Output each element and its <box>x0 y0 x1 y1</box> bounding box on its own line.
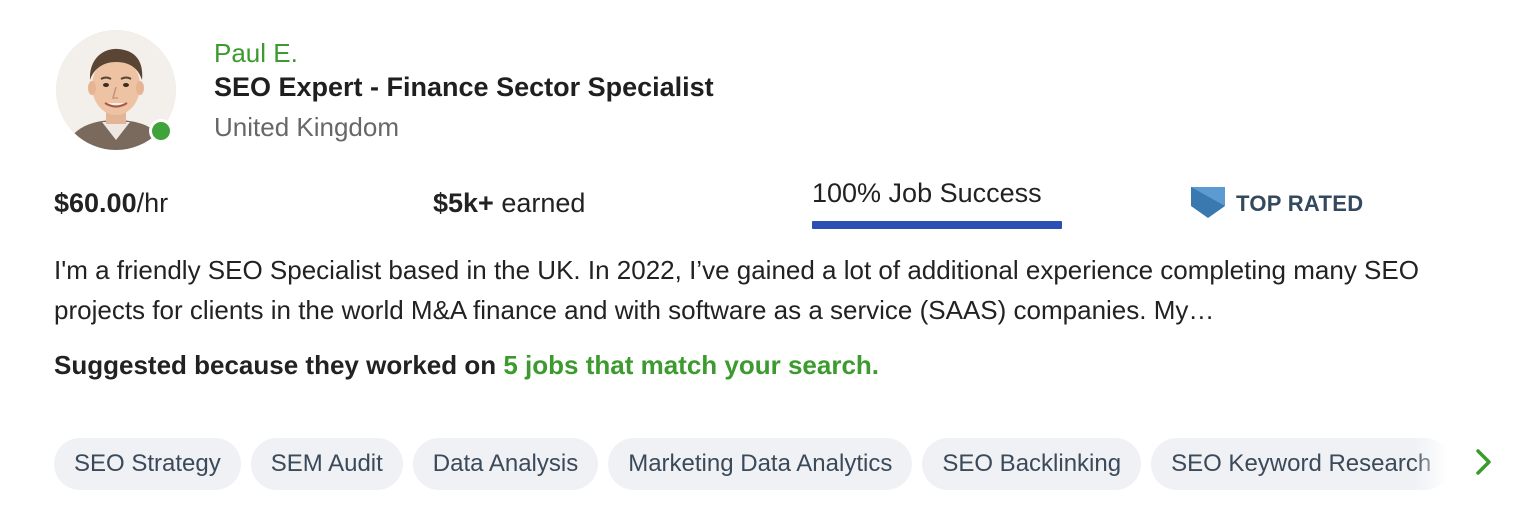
freelancer-location: United Kingdom <box>214 112 399 142</box>
skill-chip[interactable]: SEM Audit <box>250 438 403 490</box>
freelancer-name[interactable]: Paul E. <box>214 38 298 69</box>
job-success-score: 100% Job Success <box>812 178 1042 208</box>
skill-chip[interactable]: SEO Backlinking <box>922 438 1142 490</box>
top-rated-badge[interactable]: TOP RATED <box>1190 186 1363 222</box>
total-earned: $5k+ earned <box>433 188 585 219</box>
skill-chip[interactable]: Marketing Data Analytics <box>608 438 913 490</box>
earned-amount: $5k+ <box>433 188 494 218</box>
skill-chip[interactable]: SEO Strategy <box>54 438 241 490</box>
hourly-rate-amount: $60.00 <box>54 188 137 218</box>
job-success-bar <box>812 221 1062 229</box>
top-rated-badge-icon <box>1190 184 1226 225</box>
suggestion-prefix: Suggested because they worked on <box>54 350 504 380</box>
skill-chip[interactable]: SEO Keyword Research <box>1151 438 1449 490</box>
skills-next-button[interactable] <box>1468 446 1500 482</box>
skill-chip[interactable]: Data Analysis <box>412 438 599 490</box>
hourly-rate-unit: /hr <box>136 188 169 218</box>
chevron-right-icon <box>1473 447 1495 482</box>
earned-label: earned <box>493 188 586 218</box>
hourly-rate: $60.00/hr <box>54 188 168 219</box>
avatar[interactable] <box>56 30 176 150</box>
freelancer-card[interactable]: Paul E. SEO Expert - Finance Sector Spec… <box>0 0 1536 526</box>
suggestion-reason: Suggested because they worked on 5 jobs … <box>54 350 879 381</box>
skills-list: SEO Strategy SEM Audit Data Analysis Market… <box>54 438 1449 490</box>
freelancer-title: SEO Expert - Finance Sector Specialist <box>214 72 714 102</box>
online-status-indicator <box>149 119 173 143</box>
matching-jobs-link[interactable]: 5 jobs that match your search. <box>503 350 879 380</box>
profile-description[interactable]: I'm a friendly SEO Specialist based in t… <box>54 250 1484 330</box>
top-rated-label: TOP RATED <box>1236 191 1364 216</box>
